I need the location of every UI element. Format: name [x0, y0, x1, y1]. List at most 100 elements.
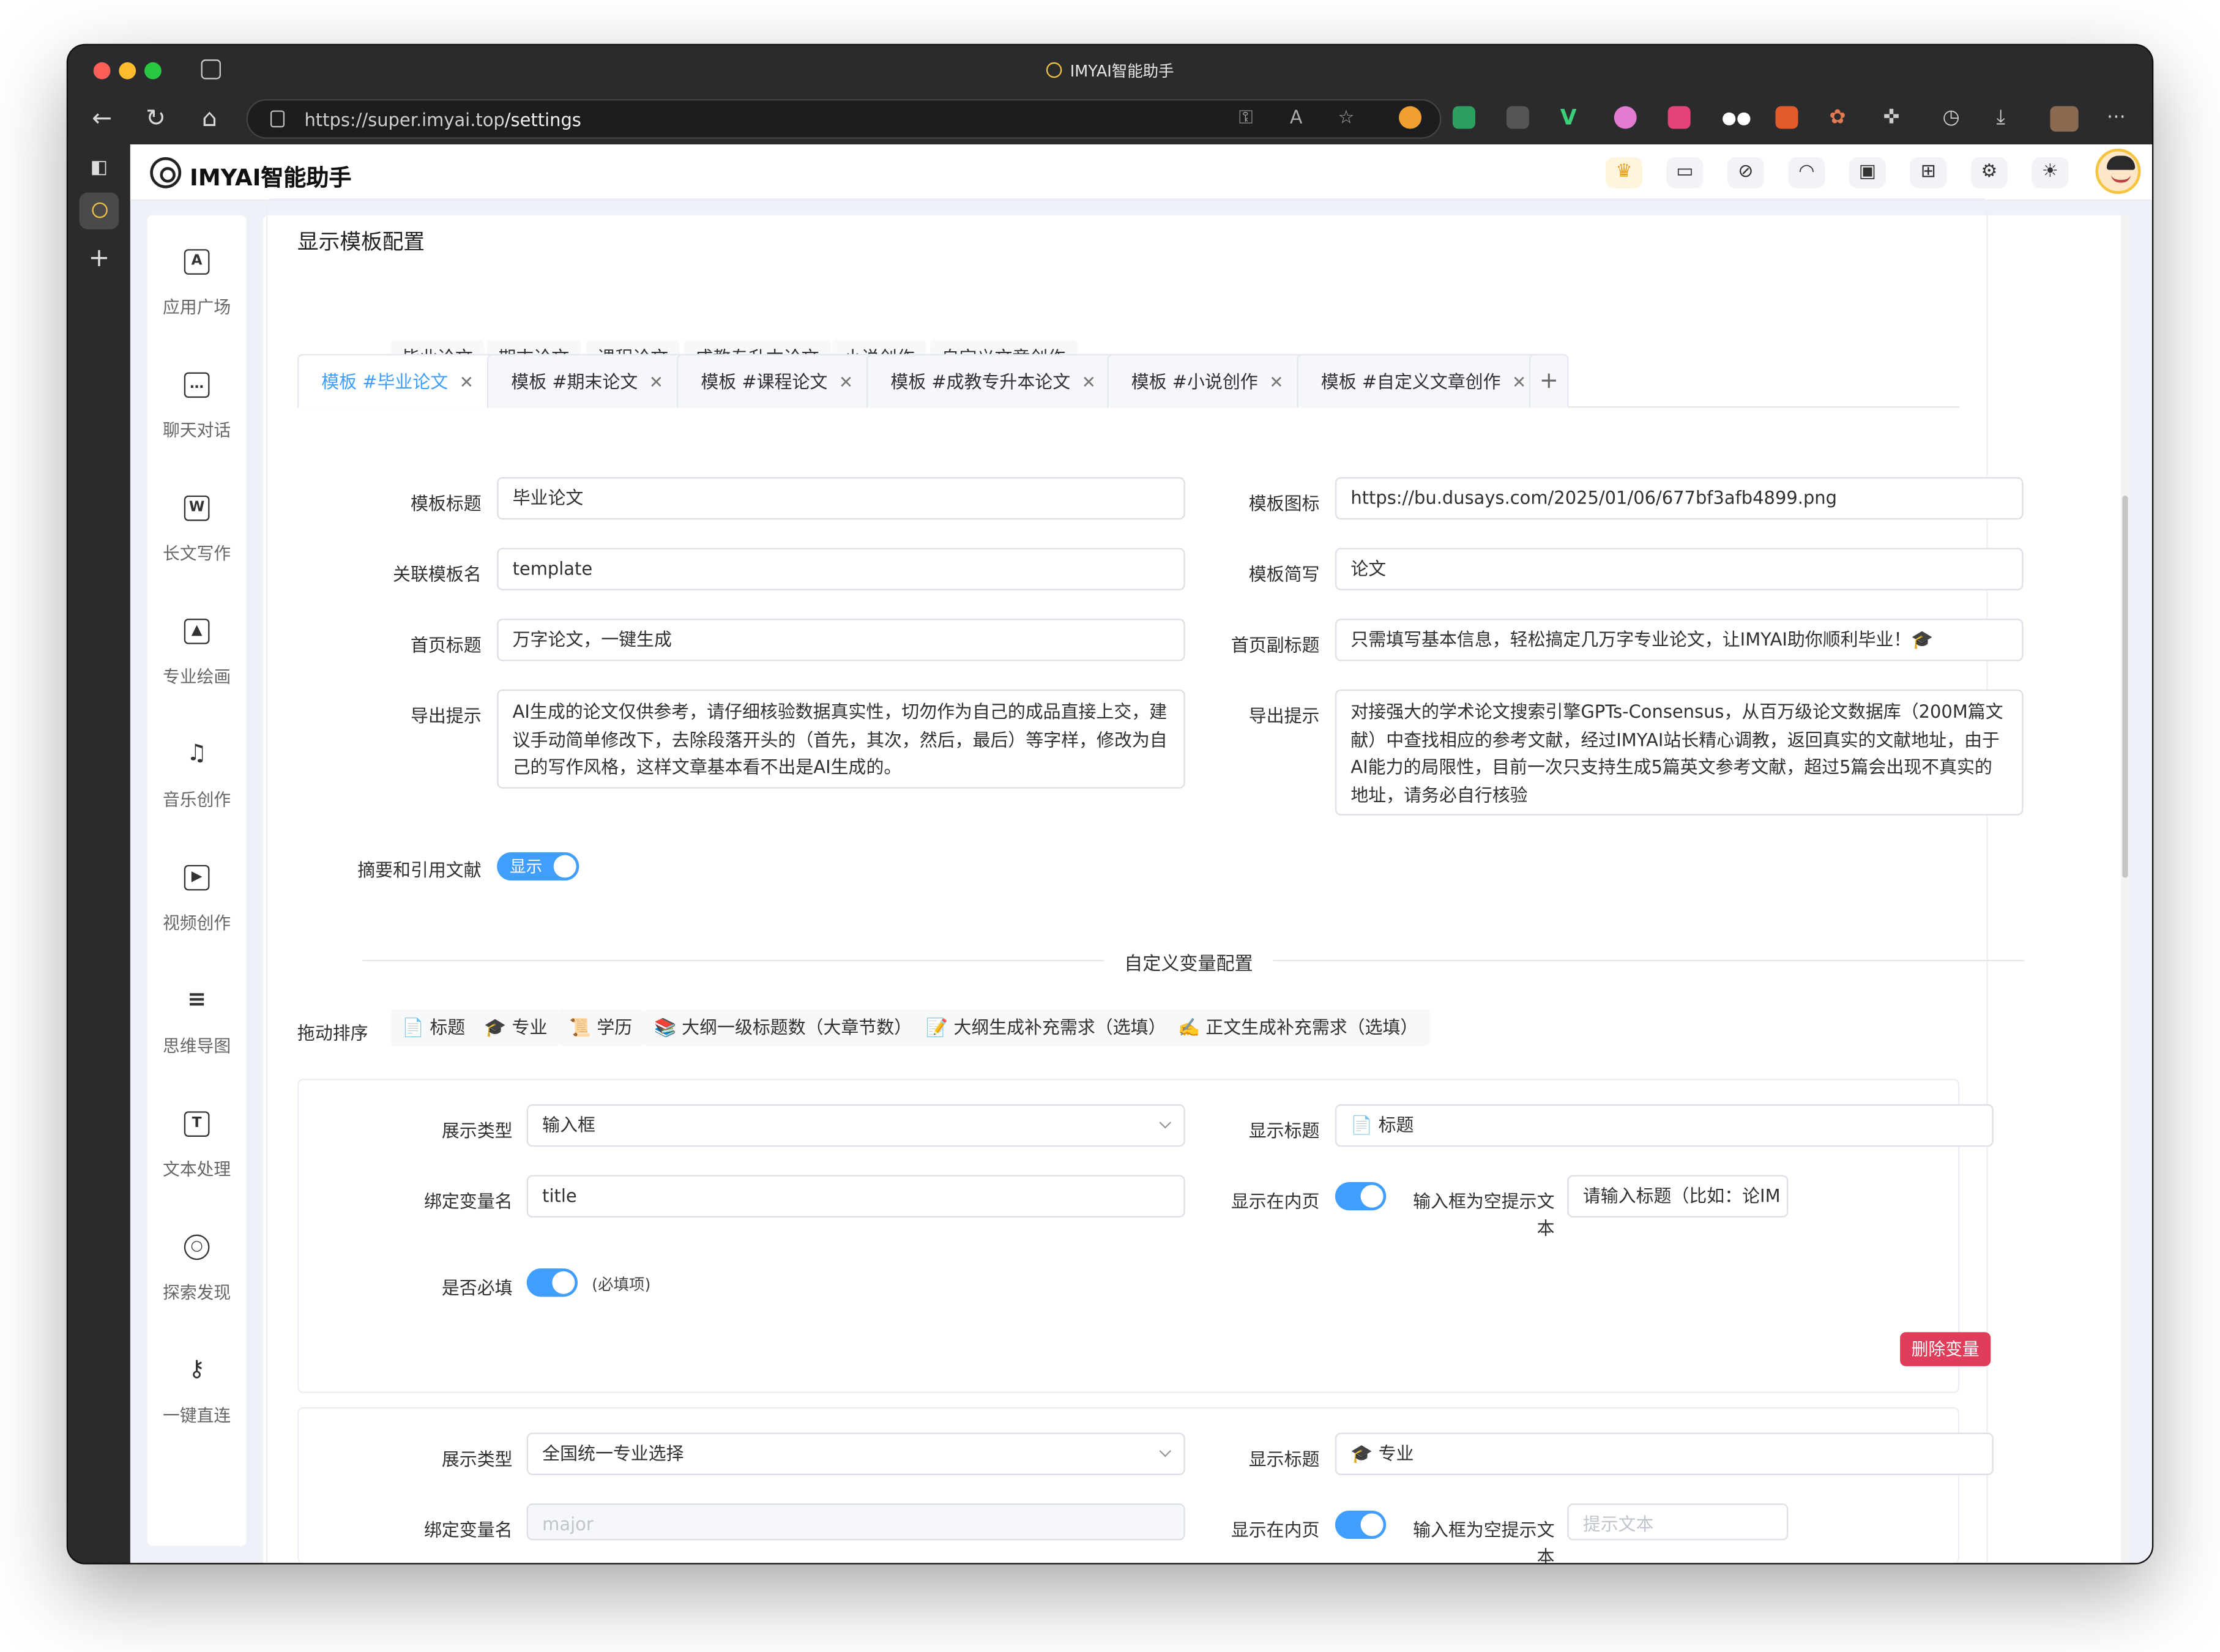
template-title-input[interactable]: 毕业论文 [497, 477, 1185, 520]
tab-template-final[interactable]: 模板 #期末论文 ✕ [486, 354, 688, 408]
nav-item-painting[interactable]: ▲ 专业绘画 [147, 610, 247, 723]
site-favicon-icon [1046, 62, 1062, 78]
nav-item-app-store[interactable]: A 应用广场 [147, 240, 247, 354]
gift-icon[interactable]: ⊞ [1910, 157, 1947, 188]
vue-extension-icon[interactable]: V [1560, 106, 1583, 129]
tab-template-graduation[interactable]: 模板 #毕业论文 ✕ [297, 354, 498, 408]
display-title-label: 显示标题 [1248, 1120, 1320, 1141]
url-host: https://super.imyai.top [304, 109, 505, 130]
display-type-select[interactable]: 输入框 [526, 1104, 1185, 1147]
tab-template-adult-edu[interactable]: 模板 #成教专升本论文 ✕ [866, 354, 1120, 408]
translate-extension-icon[interactable] [1667, 106, 1691, 129]
display-type-select[interactable]: 全国统一专业选择 [526, 1432, 1185, 1475]
extension-icon[interactable]: ●● [1722, 106, 1751, 129]
home-title-input[interactable]: 万字论文，一键生成 [497, 619, 1185, 661]
extension-icon[interactable] [1452, 106, 1475, 129]
read-aloud-icon[interactable]: A [1290, 108, 1303, 129]
nav-item-explore[interactable]: ○ 探索发现 [147, 1226, 247, 1339]
required-toggle[interactable] [526, 1268, 578, 1297]
browser-toolbar: ← ↻ ⌂ https://super.imyai.top/settings ⚿… [68, 94, 2152, 144]
word-doc-icon: W [184, 495, 210, 521]
scrollbar-track[interactable] [2121, 215, 2129, 1563]
var-sort-chip[interactable]: ✍️ 正文生成补充需求（选填） [1166, 1009, 1429, 1046]
close-icon[interactable]: ✕ [839, 373, 853, 392]
close-icon[interactable]: ✕ [1082, 373, 1096, 392]
template-abbr-label: 模板简写 [1248, 563, 1320, 585]
var-sort-chip[interactable]: 📜 学历 [557, 1009, 644, 1046]
close-icon[interactable]: ✕ [649, 373, 663, 392]
vip-crown-icon[interactable]: ♛ [1605, 157, 1643, 188]
devices-icon[interactable]: ▭ [1666, 157, 1704, 188]
key-icon[interactable]: ⚿ [1239, 108, 1253, 129]
puzzle-icon[interactable]: ✜ [1883, 106, 1905, 129]
show-inner-toggle[interactable] [1335, 1510, 1387, 1539]
key-icon: ⚷ [188, 1355, 206, 1382]
back-arrow-icon[interactable]: ← [85, 102, 119, 136]
close-icon[interactable]: ✕ [1512, 373, 1526, 392]
text-icon: T [184, 1111, 210, 1137]
bind-var-input[interactable]: title [526, 1175, 1185, 1218]
linked-template-input[interactable]: template [497, 548, 1185, 590]
nav-item-music[interactable]: ♫ 音乐创作 [147, 734, 247, 847]
var-sort-chip[interactable]: 📚 大纲一级标题数（大章节数） [643, 1009, 923, 1046]
nav-item-mindmap[interactable]: ≡ 思维导图 [147, 980, 247, 1093]
var-sort-chip[interactable]: 🎓 专业 [472, 1009, 559, 1046]
export-tip-textarea[interactable]: AI生成的论文仅供参考，请仔细核验数据真实性，切勿作为自己的成品直接上交，建议手… [497, 689, 1185, 789]
var-sort-chip[interactable]: 📝 大纲生成补充需求（选填） [914, 1009, 1178, 1046]
window-title-text: IMYAI智能助手 [1070, 62, 1174, 81]
user-avatar[interactable] [2095, 148, 2141, 194]
extension-icon[interactable] [1614, 106, 1637, 129]
tab-label: 模板 #期末论文 [511, 371, 638, 392]
template-icon-input[interactable]: https://bu.dusays.com/2025/01/06/677bf3a… [1335, 477, 2024, 520]
nav-item-video[interactable]: ▶ 视频创作 [147, 857, 247, 970]
close-icon[interactable]: ✕ [1269, 373, 1283, 392]
chat-icon: … [184, 372, 210, 398]
download-icon[interactable]: ⤓ [1996, 106, 2019, 129]
add-tab-plus-icon[interactable]: + [1529, 354, 1569, 408]
nav-item-text[interactable]: T 文本处理 [147, 1103, 247, 1216]
extension-icon[interactable] [1506, 106, 1529, 129]
home-subtitle-input[interactable]: 只需填写基本信息，轻松搞定几万字专业论文，让IMYAI助你顺利毕业！🎓 [1335, 619, 2024, 661]
home-icon[interactable]: ⌂ [193, 102, 227, 136]
nav-item-chat[interactable]: … 聊天对话 [147, 364, 247, 477]
abstract-toggle[interactable]: 显示 [497, 852, 579, 881]
extension-icon[interactable] [1775, 106, 1798, 129]
more-menu-icon[interactable]: ··· [2107, 106, 2129, 129]
show-inner-toggle[interactable] [1335, 1182, 1387, 1211]
extension-icon[interactable] [1399, 106, 1422, 129]
tab-template-course[interactable]: 模板 #课程论文 ✕ [676, 354, 877, 408]
nav-item-long-writing[interactable]: W 长文写作 [147, 487, 247, 600]
settings-gear-icon[interactable]: ⚙ [1970, 157, 2008, 188]
nav-label: 音乐创作 [163, 790, 231, 810]
display-type-label: 展示类型 [441, 1120, 513, 1141]
scrollbar-thumb[interactable] [2122, 495, 2128, 878]
close-icon[interactable]: ✕ [460, 373, 474, 392]
toggle-text: 显示 [509, 856, 543, 877]
favorite-star-icon[interactable]: ☆ [1338, 108, 1355, 129]
tab-template-novel[interactable]: 模板 #小说创作 ✕ [1107, 354, 1308, 408]
extension-icon[interactable]: ✿ [1829, 106, 1852, 129]
theme-sun-icon[interactable]: ☀ [2032, 157, 2069, 188]
export-tip2-textarea[interactable]: 对接强大的学术论文搜索引擎GPTs-Consensus，从百万级论文数据库（20… [1335, 689, 2024, 816]
template-abbr-input[interactable]: 论文 [1335, 548, 2024, 590]
display-title-label: 显示标题 [1248, 1448, 1320, 1470]
address-bar[interactable]: https://super.imyai.top/settings ⚿ A ☆ [246, 99, 1442, 139]
nav-item-direct-connect[interactable]: ⚷ 一键直连 [147, 1349, 247, 1462]
var-sort-chip[interactable]: 📄 标题 [390, 1009, 477, 1046]
link-icon[interactable]: ⊘ [1727, 157, 1764, 188]
sidebar-toggle-icon[interactable]: ◧ [80, 150, 119, 187]
tab-template-custom[interactable]: 模板 #自定义文章创作 ✕ [1297, 354, 1551, 408]
support-headset-icon[interactable]: ◠ [1788, 157, 1825, 188]
calendar-icon[interactable]: ▣ [1849, 157, 1886, 188]
display-title-input[interactable]: 📄 标题 [1335, 1104, 1994, 1147]
refresh-icon[interactable]: ↻ [139, 102, 173, 136]
placeholder-input[interactable]: 提示文本 [1567, 1503, 1789, 1541]
bind-var-input[interactable]: major [526, 1503, 1185, 1541]
history-icon[interactable]: ◷ [1943, 106, 1965, 129]
profile-avatar[interactable] [2050, 106, 2079, 132]
display-title-input[interactable]: 🎓 专业 [1335, 1432, 1994, 1475]
delete-variable-button[interactable]: 删除变量 [1900, 1332, 1991, 1366]
new-tab-plus-icon[interactable]: + [80, 240, 119, 277]
placeholder-input[interactable]: 请输入标题（比如：论IM [1567, 1175, 1789, 1218]
pinned-tab-imyai[interactable] [79, 192, 119, 229]
